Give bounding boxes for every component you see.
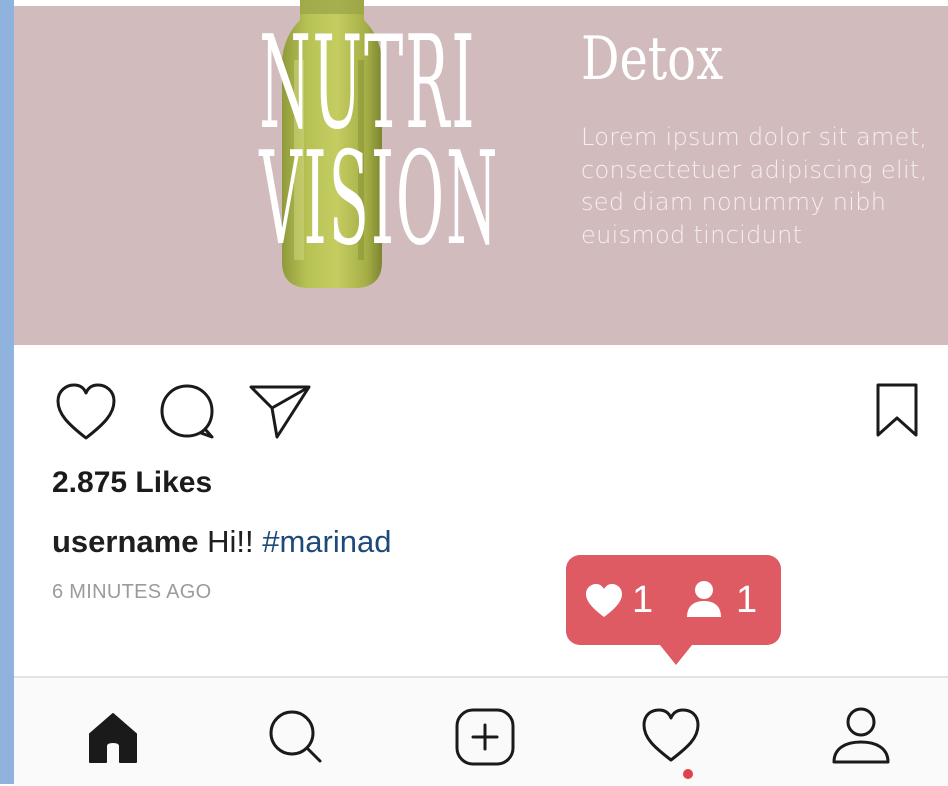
bookmark-icon[interactable] — [872, 382, 922, 438]
search-icon[interactable] — [262, 704, 328, 770]
comment-bubble-icon[interactable] — [157, 383, 217, 441]
post-image[interactable]: NUTRI VISION Detox Lorem ipsum dolor sit… — [14, 0, 948, 345]
post-caption: username Hi!! #marinad — [52, 524, 391, 560]
add-post-icon[interactable] — [452, 704, 518, 770]
followers-notification-count: 1 — [736, 579, 758, 621]
activity-notification-bubble[interactable]: 1 1 — [566, 555, 781, 665]
caption-hashtag[interactable]: #marinad — [262, 524, 391, 559]
likes-notification-count: 1 — [632, 579, 654, 621]
heart-icon — [586, 584, 622, 617]
left-edge-strip — [0, 0, 14, 784]
caption-username[interactable]: username — [52, 524, 198, 559]
user-icon — [687, 581, 721, 617]
post-timestamp: 6 MINUTES AGO — [52, 581, 212, 603]
likes-count[interactable]: 2.875 Likes — [52, 466, 212, 500]
product-description: Lorem ipsum dolor sit amet, consectetuer… — [581, 123, 928, 249]
brand-name-line2: VISION — [259, 125, 500, 274]
bottom-navigation-bar — [14, 676, 948, 786]
caption-text: Hi!! — [207, 524, 254, 559]
image-top-border — [14, 0, 948, 6]
profile-icon[interactable] — [828, 704, 894, 770]
home-icon[interactable] — [80, 704, 146, 770]
activity-indicator-dot — [683, 769, 693, 779]
activity-heart-icon[interactable] — [638, 704, 704, 770]
product-title: Detox — [581, 24, 724, 94]
heart-outline-icon[interactable] — [54, 382, 118, 442]
paper-plane-icon[interactable] — [247, 380, 313, 440]
